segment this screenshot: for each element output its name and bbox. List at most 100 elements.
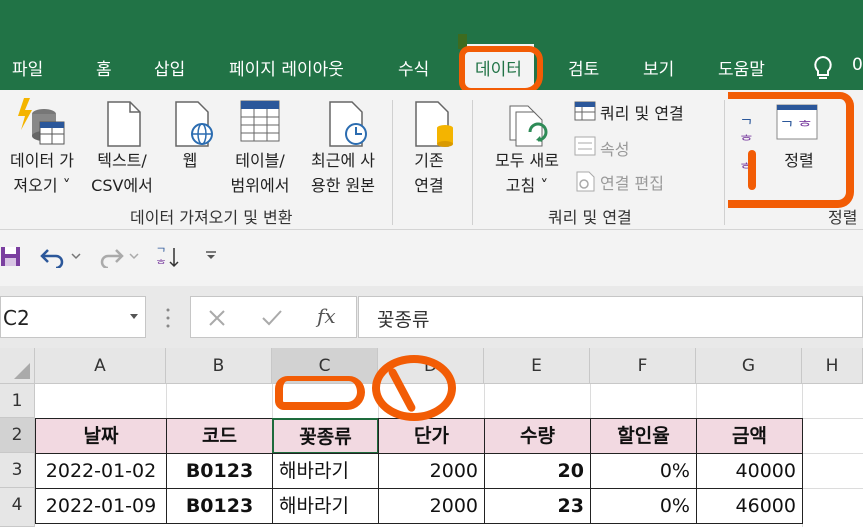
column-header-g[interactable]: G <box>696 348 802 384</box>
save-icon[interactable] <box>0 246 22 268</box>
get-data-button-line2[interactable]: 져오기 ˅ <box>2 173 82 198</box>
formula-bar-resize-handle[interactable] <box>164 306 172 330</box>
recent-sources-button-line1[interactable]: 최근에 사 <box>300 148 386 173</box>
svg-text:ᄒ: ᄒ <box>156 258 166 270</box>
annotation-box-sort <box>728 92 854 208</box>
queries-connections-icon[interactable] <box>574 101 596 121</box>
undo-icon[interactable] <box>40 246 66 268</box>
redo-dropdown-icon[interactable] <box>128 250 140 262</box>
column-header-b[interactable]: B <box>166 348 272 384</box>
gridline <box>802 488 863 489</box>
recent-sources-button-line2[interactable]: 용한 원본 <box>300 173 386 198</box>
cancel-icon[interactable] <box>207 308 227 328</box>
table-cell[interactable]: 0% <box>590 453 697 489</box>
tab-formulas[interactable]: 수식 <box>398 55 429 80</box>
gridline <box>484 384 485 418</box>
group-label-queries: 쿼리 및 연결 <box>548 208 632 227</box>
sort-ascending-icon[interactable]: ᄀ ᄒ <box>156 244 182 270</box>
from-table-button-line2[interactable]: 범위에서 <box>226 173 294 198</box>
undo-dropdown-icon[interactable] <box>70 250 82 262</box>
table-cell[interactable]: 23 <box>484 488 591 524</box>
row-header-3[interactable]: 3 <box>0 453 35 488</box>
table-cell[interactable]: 46000 <box>696 488 803 524</box>
ribbon-tab-bar: 파일 홈 삽입 페이지 레이아웃 수식 데이터 검토 보기 도움말 0 <box>0 0 863 90</box>
name-box[interactable]: C2 <box>0 296 146 338</box>
properties-button[interactable]: 속성 <box>600 136 629 160</box>
header-cell-code[interactable]: 코드 <box>166 418 273 454</box>
enter-check-icon[interactable] <box>261 308 283 328</box>
tab-review[interactable]: 검토 <box>568 55 599 80</box>
refresh-all-line2[interactable]: 고침 ˅ <box>484 173 570 198</box>
tab-page-layout[interactable]: 페이지 레이아웃 <box>229 55 344 80</box>
queries-connections-button[interactable]: 쿼리 및 연결 <box>600 100 684 124</box>
annotation-circle-column-d <box>372 355 456 421</box>
refresh-all-line1[interactable]: 모두 새로 <box>484 148 570 173</box>
column-header-e[interactable]: E <box>484 348 590 384</box>
web-button-label[interactable]: 웹 <box>170 148 210 173</box>
tab-file[interactable]: 파일 <box>12 55 43 80</box>
edit-links-icon[interactable] <box>574 170 596 192</box>
tab-help[interactable]: 도움말 <box>718 55 765 80</box>
table-cell[interactable]: 20 <box>484 453 591 489</box>
table-cell[interactable]: 2000 <box>378 488 485 524</box>
from-text-button-line2[interactable]: CSV에서 <box>84 173 160 198</box>
row-header-4[interactable]: 4 <box>0 488 35 527</box>
group-label-get-transform: 데이터 가져오기 및 변환 <box>130 208 293 227</box>
from-text-button-line1[interactable]: 텍스트/ <box>84 148 160 173</box>
table-cell[interactable]: B0123 <box>166 453 273 489</box>
from-table-button-line1[interactable]: 테이블/ <box>226 148 294 173</box>
gridline <box>590 384 591 418</box>
gridline <box>166 384 167 418</box>
redo-icon[interactable] <box>98 246 124 268</box>
existing-connections-line1[interactable]: 기존 <box>404 148 454 173</box>
quick-access-toolbar: ᄀ ᄒ <box>0 230 863 286</box>
gridline <box>272 384 273 418</box>
formula-buttons: fx <box>190 296 357 338</box>
refresh-all-icon[interactable] <box>506 104 552 150</box>
column-header-h[interactable]: H <box>802 348 863 384</box>
name-box-dropdown-icon[interactable] <box>129 313 139 321</box>
web-icon[interactable] <box>172 100 216 148</box>
row-header-1[interactable]: 1 <box>0 384 35 418</box>
table-cell[interactable]: 0% <box>590 488 697 524</box>
get-data-button-line1[interactable]: 데이터 가 <box>2 148 82 173</box>
lightbulb-icon[interactable] <box>812 54 834 82</box>
customize-qat-icon[interactable] <box>204 250 218 262</box>
properties-icon[interactable] <box>574 136 596 156</box>
table-cell[interactable]: 2000 <box>378 453 485 489</box>
table-cell[interactable]: 40000 <box>696 453 803 489</box>
annotation-mark <box>748 150 756 190</box>
tell-me-text[interactable]: 0 <box>852 55 863 75</box>
column-header-a[interactable]: A <box>35 348 166 384</box>
insert-function-icon[interactable]: fx <box>317 304 336 328</box>
select-all-corner[interactable] <box>0 348 35 384</box>
existing-connections-icon[interactable] <box>412 100 456 148</box>
gridline <box>802 453 863 454</box>
table-cell[interactable]: 해바라기 <box>272 453 379 489</box>
table-cell[interactable]: 해바라기 <box>272 488 379 524</box>
tab-insert[interactable]: 삽입 <box>154 55 185 80</box>
tab-home[interactable]: 홈 <box>96 55 112 80</box>
name-box-value: C2 <box>3 306 30 330</box>
header-cell-amount[interactable]: 금액 <box>696 418 803 454</box>
formula-input[interactable]: 꽃종류 <box>358 296 863 338</box>
edit-links-button[interactable]: 연결 편집 <box>600 170 664 194</box>
row-header-2[interactable]: 2 <box>0 418 35 453</box>
header-cell-flower-type[interactable]: 꽃종류 <box>272 418 379 454</box>
header-cell-quantity[interactable]: 수량 <box>484 418 591 454</box>
text-csv-icon[interactable] <box>104 100 144 148</box>
ribbon-separator <box>724 100 725 225</box>
annotation-circle-data-tab <box>459 46 543 94</box>
recent-sources-icon[interactable] <box>326 100 370 148</box>
existing-connections-line2[interactable]: 연결 <box>404 173 454 198</box>
table-cell[interactable]: 2022-01-02 <box>35 453 167 489</box>
tab-view[interactable]: 보기 <box>643 55 674 80</box>
header-cell-date[interactable]: 날짜 <box>35 418 167 454</box>
table-range-icon[interactable] <box>240 100 282 144</box>
table-cell[interactable]: B0123 <box>166 488 273 524</box>
header-cell-discount[interactable]: 할인율 <box>590 418 697 454</box>
get-data-icon[interactable] <box>14 96 68 148</box>
column-header-f[interactable]: F <box>590 348 696 384</box>
table-cell[interactable]: 2022-01-09 <box>35 488 167 524</box>
header-cell-unit-price[interactable]: 단가 <box>378 418 485 454</box>
